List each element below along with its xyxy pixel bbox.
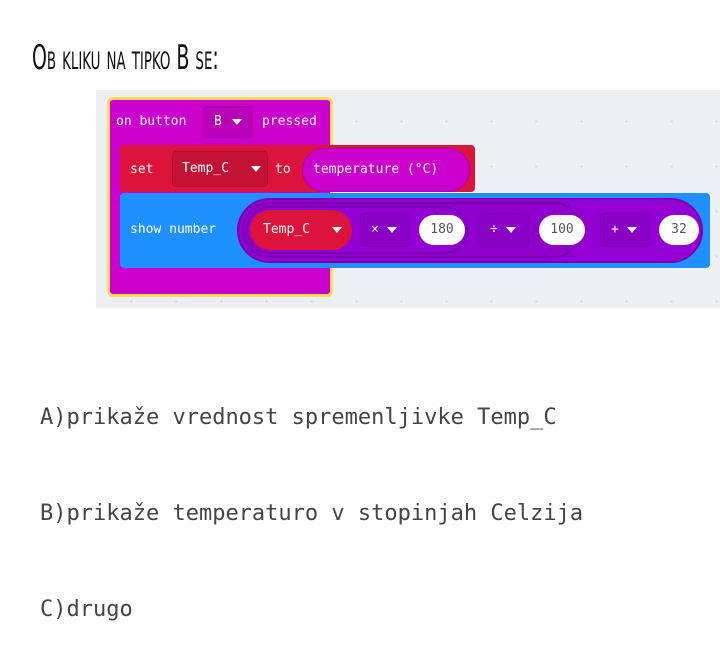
answer-b: B)prikaže temperaturo v stopinjah Celzij… [40, 498, 583, 530]
number-input-32[interactable]: 32 [659, 215, 699, 245]
temperature-reporter-label: temperature (°C) [313, 162, 439, 177]
multiply-operator-value: × [371, 222, 379, 237]
event-prefix-label: on button [116, 114, 187, 129]
add-operator-dropdown[interactable]: + [600, 213, 650, 247]
chevron-down-icon [332, 226, 342, 233]
divide-operator-value: ÷ [490, 222, 498, 237]
add-operator-value: + [611, 222, 619, 237]
answer-letter: A) [40, 405, 67, 430]
chevron-down-icon [251, 165, 261, 172]
chevron-down-icon [387, 226, 397, 233]
multiply-operator-dropdown[interactable]: × [360, 213, 410, 247]
answer-letter: B) [40, 501, 67, 526]
number-input-180[interactable]: 180 [419, 215, 465, 245]
temp-c-variable-label: Temp_C [263, 222, 310, 237]
answer-c: C)drugo [40, 594, 583, 626]
answer-text: prikaže temperaturo v stopinjah Celzija [66, 501, 584, 526]
slide-title: Ob kliku na tipko B se: [32, 38, 219, 78]
show-number-keyword: show number [130, 222, 217, 237]
chevron-down-icon [627, 226, 637, 233]
event-suffix-label: pressed [262, 114, 317, 129]
set-variable-value: Temp_C [182, 161, 229, 176]
button-dropdown[interactable]: B [203, 106, 253, 138]
answer-a: A)prikaže vrednost spremenljivke Temp_C [40, 402, 583, 434]
temp-c-variable-reporter[interactable]: Temp_C [250, 210, 352, 250]
answer-text: drugo [66, 597, 133, 622]
set-variable-dropdown[interactable]: Temp_C [172, 151, 268, 187]
number-input-100[interactable]: 100 [539, 215, 585, 245]
chevron-down-icon [232, 118, 242, 125]
chevron-down-icon [506, 226, 516, 233]
answer-list: A)prikaže vrednost spremenljivke Temp_C … [40, 338, 583, 658]
set-keyword: set [130, 162, 154, 177]
divide-operator-dropdown[interactable]: ÷ [479, 213, 529, 247]
to-keyword: to [275, 162, 291, 177]
temperature-reporter[interactable]: temperature (°C) [302, 148, 470, 192]
answer-letter: C) [40, 597, 67, 622]
answer-text: prikaže vrednost spremenljivke Temp_C [66, 405, 557, 430]
button-dropdown-value: B [214, 114, 222, 129]
